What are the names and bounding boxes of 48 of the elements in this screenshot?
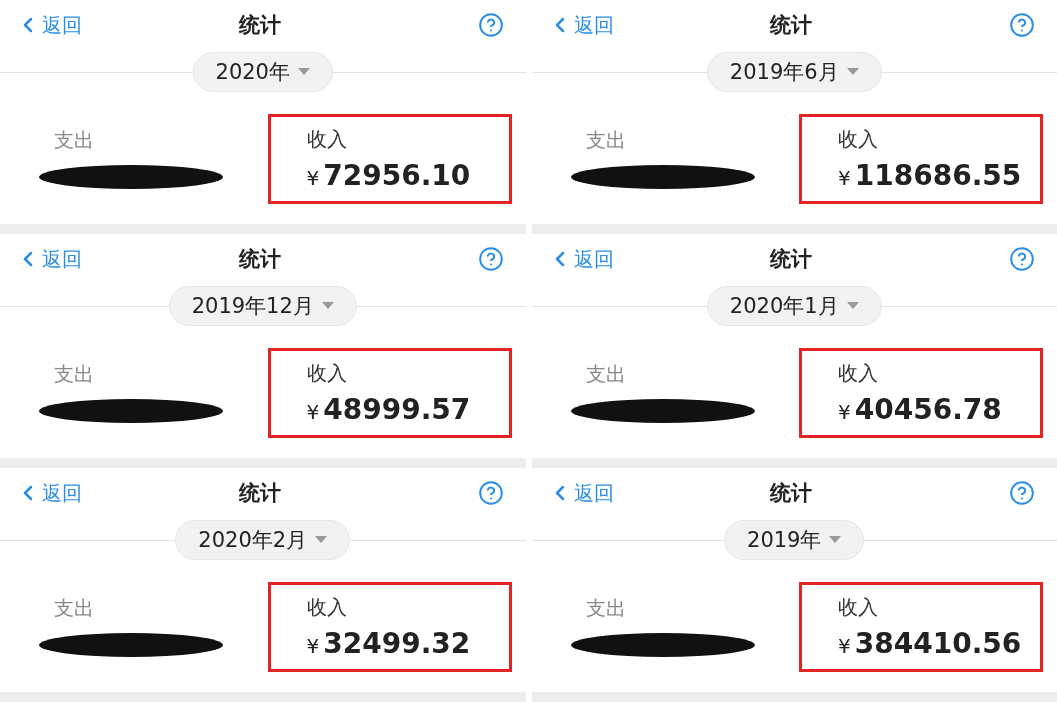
caret-icon (298, 68, 310, 76)
page-title: 统计 (238, 480, 281, 507)
income-amount: 32499.32 (323, 627, 471, 660)
income-label: 收入 (838, 360, 879, 387)
page-title: 统计 (238, 12, 281, 39)
expense-label: 支出 (584, 360, 627, 388)
period-selector[interactable]: 2020年1月 (706, 286, 882, 326)
expense-label: 支出 (53, 126, 95, 154)
expense-label: 支出 (584, 594, 627, 622)
expense-label: 支出 (53, 594, 95, 622)
caret-icon (315, 536, 328, 544)
income-amount: 118686.55 (854, 159, 1022, 192)
caret-icon (829, 536, 842, 544)
caret-icon (846, 302, 859, 310)
currency-symbol: ¥ (306, 634, 320, 658)
help-icon[interactable] (477, 480, 504, 506)
caret-icon (846, 68, 859, 76)
expense-label: 支出 (53, 360, 95, 388)
currency-symbol: ¥ (306, 166, 320, 190)
help-icon[interactable] (477, 12, 504, 38)
currency-symbol: ¥ (838, 166, 851, 190)
period-selector[interactable]: 2020年 (192, 52, 333, 92)
page-title: 统计 (770, 480, 813, 507)
help-icon[interactable] (477, 246, 504, 272)
page-title: 统计 (770, 12, 813, 39)
page-title: 统计 (770, 246, 813, 273)
help-icon[interactable] (1009, 246, 1035, 272)
currency-symbol: ¥ (306, 400, 320, 424)
income-label: 收入 (306, 360, 348, 387)
period-selector[interactable]: 2019年 (724, 520, 865, 560)
period-selector[interactable]: 2019年12月 (168, 286, 357, 326)
period-selector[interactable]: 2020年2月 (175, 520, 351, 560)
page-title: 统计 (238, 246, 281, 273)
caret-icon (321, 302, 334, 310)
income-label: 收入 (306, 594, 348, 621)
help-icon[interactable] (1009, 12, 1035, 38)
income-label: 收入 (838, 594, 879, 621)
income-label: 收入 (306, 126, 348, 153)
income-amount: 48999.57 (323, 393, 471, 426)
help-icon[interactable] (1009, 480, 1035, 506)
income-amount: 40456.78 (854, 393, 1002, 426)
period-selector[interactable]: 2019年6月 (706, 52, 882, 92)
income-amount: 384410.56 (854, 627, 1022, 660)
income-amount: 72956.10 (323, 159, 471, 192)
expense-label: 支出 (584, 126, 627, 154)
currency-symbol: ¥ (838, 634, 851, 658)
income-label: 收入 (838, 126, 879, 153)
currency-symbol: ¥ (838, 400, 851, 424)
